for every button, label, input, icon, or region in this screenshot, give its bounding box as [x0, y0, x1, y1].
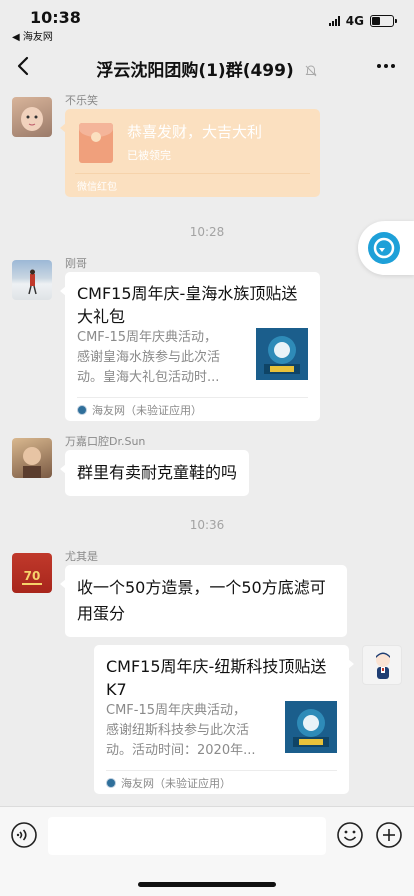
- avatar[interactable]: [12, 438, 52, 478]
- emoji-icon[interactable]: [336, 821, 364, 849]
- sender-name: 不乐笑: [65, 94, 98, 107]
- link-card-message[interactable]: CMF15周年庆-皇海水族顶贴送大礼包 CMF-15周年庆典活动， 感谢皇海水族…: [60, 272, 320, 421]
- card-title: CMF15周年庆-皇海水族顶贴送大礼包: [77, 284, 298, 326]
- text-message[interactable]: 群里有卖耐克童鞋的吗: [59, 450, 250, 496]
- avatar[interactable]: [12, 97, 52, 137]
- card-thumbnail: [256, 328, 308, 380]
- card-description: CMF-15周年庆典活动， 感谢纽斯科技参与此次活 动。活动时间：2020年..…: [106, 703, 256, 758]
- card-title: CMF15周年庆-纽斯科技顶贴送K7: [106, 657, 327, 699]
- sender-name: 万嘉口腔Dr.Sun: [65, 435, 146, 448]
- chat-header: 浮云沈阳团购(1)群(499): [0, 44, 414, 88]
- back-to-app-link[interactable]: ◀ 海友网: [12, 28, 53, 43]
- svg-text:70: 70: [24, 569, 41, 583]
- app-logo-icon: [77, 405, 87, 415]
- red-packet-icon: [79, 123, 113, 163]
- chat-title: 浮云沈阳团购(1)群(499): [96, 61, 294, 81]
- card-description: CMF-15周年庆典活动， 感谢皇海水族参与此次活 动。皇海大礼包活动时...: [77, 330, 221, 385]
- avatar[interactable]: [12, 260, 52, 300]
- link-card-message[interactable]: CMF15周年庆-纽斯科技顶贴送K7 CMF-15周年庆典活动， 感谢纽斯科技参…: [94, 645, 354, 794]
- app-logo-icon: [106, 778, 116, 788]
- bell-off-icon: [305, 65, 317, 77]
- message-text: 收一个50方造景，一个50方底滤可用蛋分: [77, 578, 326, 623]
- card-thumbnail: [285, 701, 337, 753]
- my-avatar[interactable]: [362, 645, 402, 685]
- status-bar: 10:38 ◀ 海友网 4G: [0, 0, 414, 44]
- red-packet-message[interactable]: 恭喜发财，大吉大利 已被领完 微信红包: [60, 109, 320, 197]
- message-text: 群里有卖耐克童鞋的吗: [77, 463, 238, 482]
- red-packet-title: 恭喜发财，大吉大利: [127, 123, 263, 141]
- network-type: 4G: [345, 14, 364, 28]
- text-message[interactable]: 收一个50方造景，一个50方底滤可用蛋分: [60, 565, 347, 637]
- card-source: 海友网（未验证应用）: [121, 777, 231, 790]
- status-time: 10:38: [30, 8, 81, 27]
- timestamp: 10:36: [189, 518, 225, 532]
- plus-icon[interactable]: [375, 821, 403, 849]
- battery-icon: [370, 15, 397, 27]
- more-dots-icon[interactable]: [374, 54, 398, 78]
- timestamp: 10:28: [189, 225, 225, 239]
- sender-name: 尤其是: [65, 550, 98, 563]
- red-packet-footer: 微信红包: [77, 182, 117, 193]
- card-source: 海友网（未验证应用）: [92, 404, 202, 417]
- home-indicator[interactable]: [138, 882, 276, 887]
- voice-icon[interactable]: [10, 821, 38, 849]
- message-input[interactable]: [48, 817, 326, 855]
- sender-name: 刚哥: [65, 257, 87, 270]
- signal-icon: [328, 16, 340, 26]
- red-packet-status: 已被领完: [127, 149, 171, 162]
- avatar[interactable]: 70: [12, 553, 52, 593]
